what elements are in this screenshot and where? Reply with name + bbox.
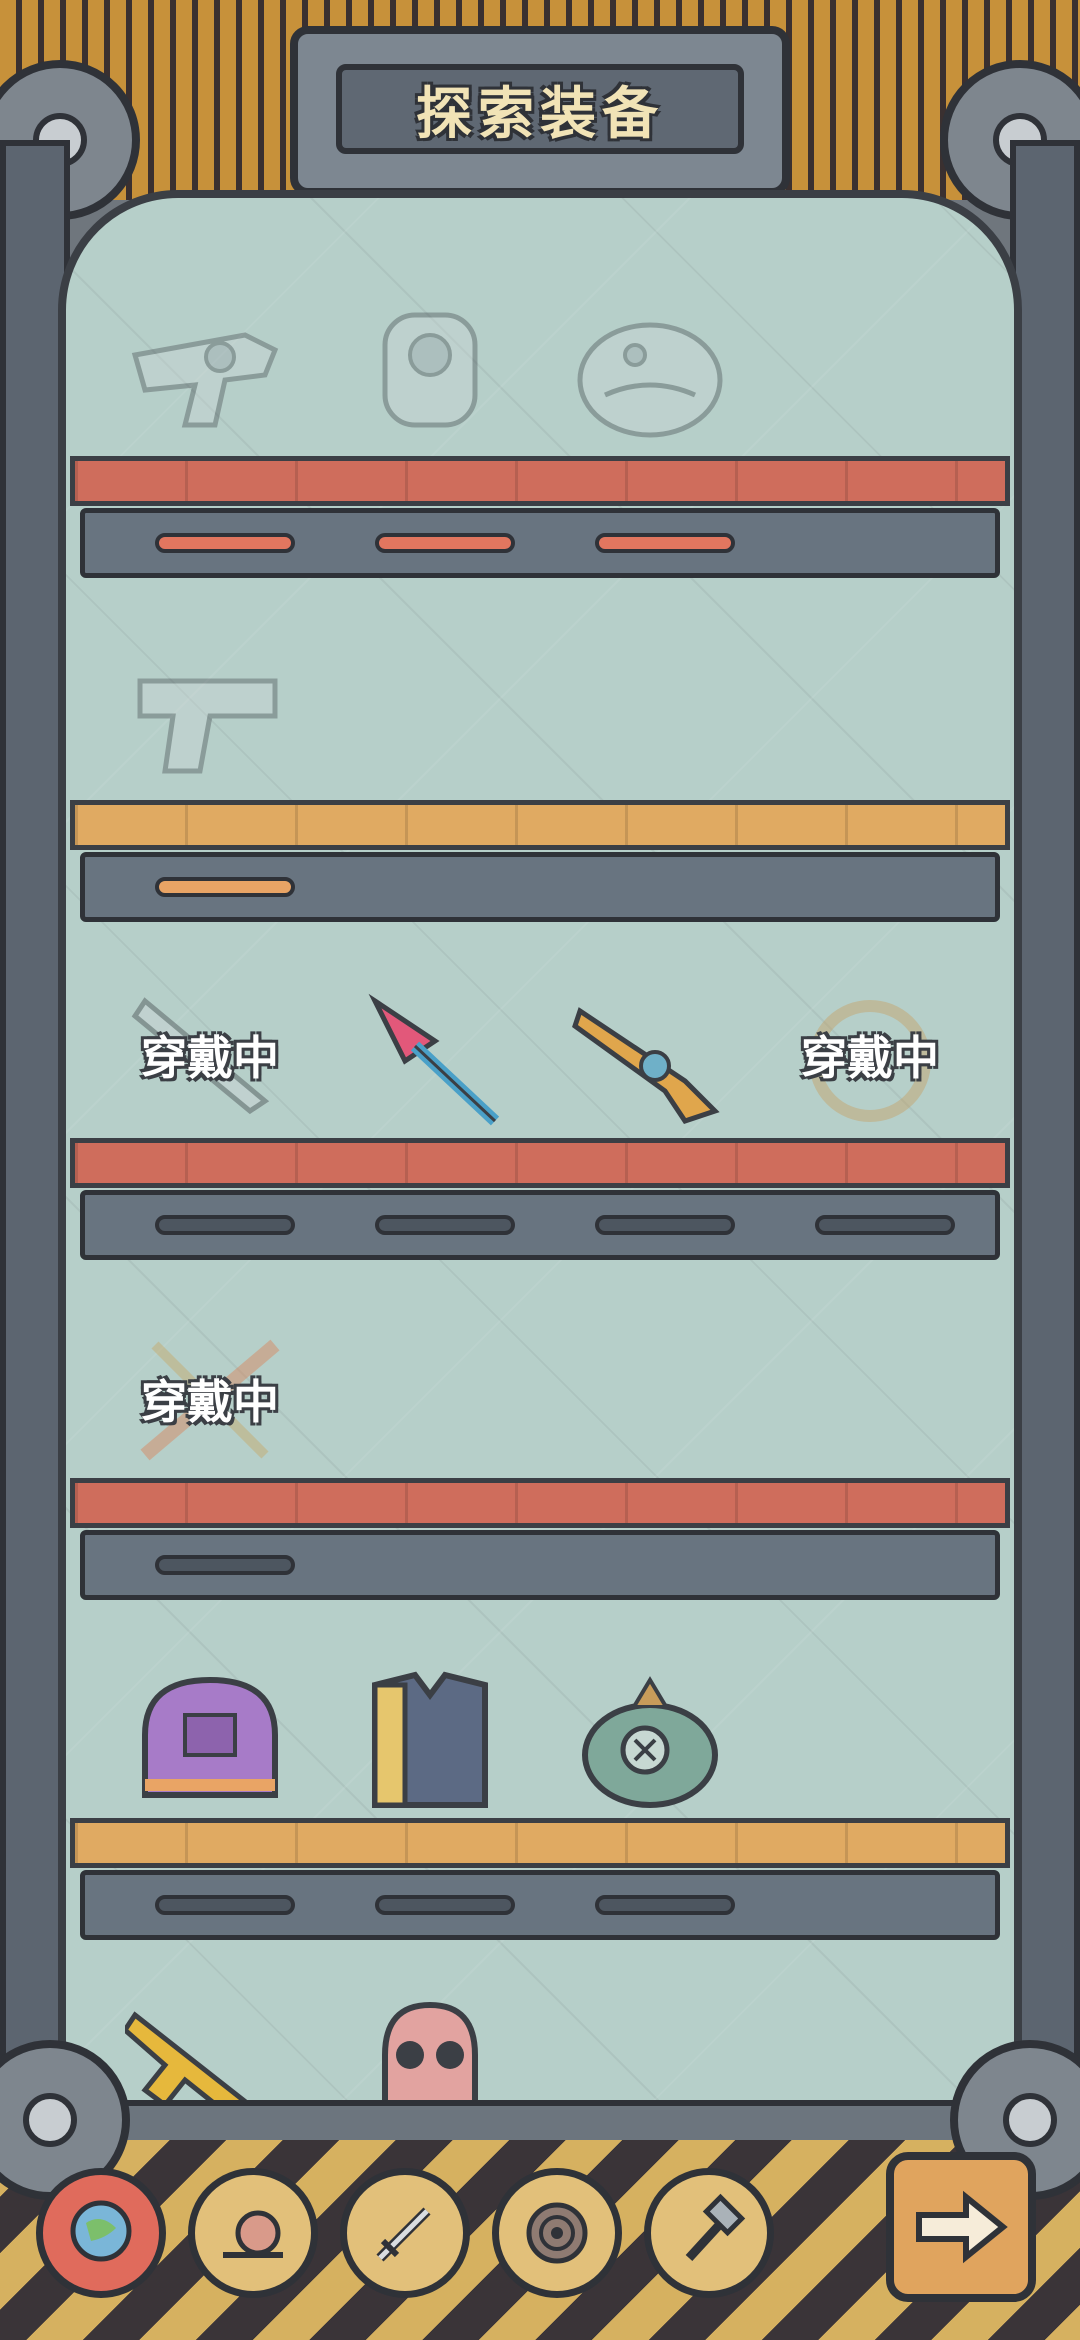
title-plate: 探索装备 (290, 26, 790, 196)
equipped-label: 穿戴中 (141, 1375, 279, 1429)
tab-snail[interactable] (188, 2168, 318, 2298)
tab-hammer[interactable] (644, 2168, 774, 2298)
tab-shell[interactable] (492, 2168, 622, 2298)
tab-sword[interactable] (340, 2168, 470, 2298)
snail-icon (223, 2210, 283, 2258)
equipped-label: 穿戴中 (141, 1031, 279, 1085)
tab-globe[interactable] (36, 2168, 166, 2298)
sword-icon (376, 2207, 431, 2262)
shelf-1 (70, 456, 1010, 578)
pistol-icon[interactable] (120, 636, 300, 796)
jacket-icon[interactable] (340, 1660, 520, 1820)
shelf-4 (70, 1478, 1010, 1600)
diving-helmet-icon[interactable] (560, 1660, 740, 1820)
shelf-5 (70, 1818, 1010, 1940)
trident-icon[interactable] (340, 976, 520, 1136)
shelf-2 (70, 800, 1010, 922)
ray-gun-icon[interactable] (560, 976, 740, 1136)
crown-icon[interactable]: 穿戴中 (780, 976, 960, 1136)
space-helmet-icon[interactable] (120, 1660, 300, 1820)
blade-icon[interactable]: 穿戴中 (120, 976, 300, 1136)
next-button[interactable] (886, 2152, 1036, 2302)
spiral-shell-icon (526, 2202, 588, 2264)
blaster-gun-icon[interactable] (120, 290, 300, 450)
mech-armor-icon[interactable] (340, 290, 520, 450)
hammer-icon (685, 2193, 746, 2262)
arrow-right-icon (916, 2190, 1008, 2264)
shelf-3 (70, 1138, 1010, 1260)
page-title: 探索装备 (416, 81, 664, 147)
globe-icon (70, 2200, 132, 2262)
creature-helmet-icon[interactable] (560, 290, 740, 450)
flame-sword-icon[interactable]: 穿戴中 (120, 1320, 300, 1480)
equipped-label: 穿戴中 (801, 1031, 939, 1085)
